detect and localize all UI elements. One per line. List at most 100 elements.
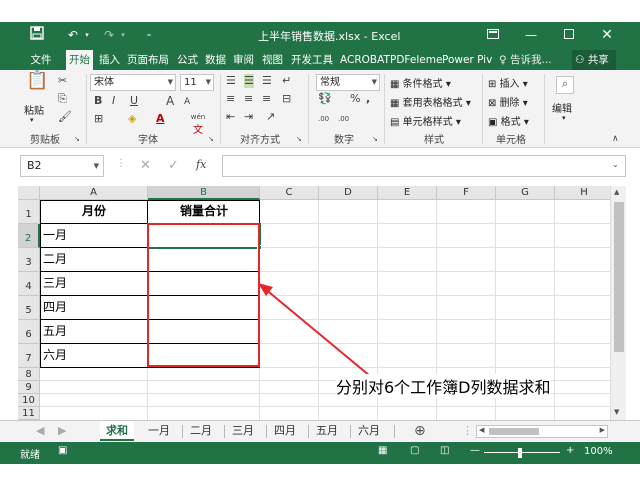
tab-insert[interactable]: 插入 xyxy=(96,50,123,70)
font-color-icon[interactable]: A xyxy=(156,112,165,126)
column-header-f[interactable]: F xyxy=(437,186,496,200)
scrollbar-thumb[interactable] xyxy=(614,202,624,352)
tab-data[interactable]: 数据 xyxy=(202,50,229,70)
accounting-format-icon[interactable]: 💱 xyxy=(318,92,332,106)
tab-formulas[interactable]: 公式 xyxy=(174,50,201,70)
column-header-e[interactable]: E xyxy=(378,186,437,200)
share-button[interactable]: ⚇ 共享 xyxy=(572,50,616,70)
zoom-out-icon[interactable]: — xyxy=(470,445,480,456)
editing-button[interactable]: 编辑 xyxy=(552,100,572,115)
hscroll-thumb[interactable] xyxy=(489,428,539,435)
scroll-right-icon[interactable]: ▶ xyxy=(600,426,605,434)
worksheet-grid[interactable]: A B C D E F G H 1 2 3 4 5 6 7 8 9 10 11 … xyxy=(18,186,610,420)
cell-a1[interactable]: 月份 xyxy=(40,200,148,222)
horizontal-scrollbar[interactable]: ◀ ▶ xyxy=(476,425,608,438)
maximize-icon[interactable] xyxy=(560,26,578,44)
cell-a6[interactable]: 五月 xyxy=(43,320,67,342)
sheet-tab-may[interactable]: 五月 xyxy=(310,421,344,441)
zoom-level[interactable]: 100% xyxy=(584,446,613,457)
paste-button[interactable]: 粘贴 xyxy=(24,102,44,117)
insert-function-icon[interactable]: fx xyxy=(196,158,206,171)
cell-a7[interactable]: 六月 xyxy=(43,344,67,366)
sheet-tab-jun[interactable]: 六月 xyxy=(352,421,386,441)
column-header-a[interactable]: A xyxy=(40,186,148,200)
sheet-tab-jan[interactable]: 一月 xyxy=(142,421,176,441)
row-header-3[interactable]: 3 xyxy=(18,248,40,272)
bold-button[interactable]: B xyxy=(94,94,102,108)
column-header-g[interactable]: G xyxy=(496,186,555,200)
merge-center-icon[interactable]: ⊟ xyxy=(282,92,291,106)
align-top-icon[interactable]: ☰ xyxy=(226,74,236,88)
row-header-7[interactable]: 7 xyxy=(18,344,40,368)
row-header-5[interactable]: 5 xyxy=(18,296,40,320)
formula-input[interactable] xyxy=(222,155,626,177)
zoom-slider[interactable] xyxy=(484,452,560,453)
paste-icon[interactable]: 📋 xyxy=(26,72,48,98)
font-launcher-icon[interactable]: ↘ xyxy=(208,132,214,146)
zoom-in-icon[interactable]: + xyxy=(566,445,574,456)
save-icon[interactable] xyxy=(28,26,46,44)
tab-file[interactable]: 文件 xyxy=(24,50,58,70)
column-header-h[interactable]: H xyxy=(555,186,610,200)
paste-dropdown-icon[interactable]: ▾ xyxy=(30,116,34,124)
prev-sheet-icon[interactable]: ◀ xyxy=(30,421,50,441)
font-name-select[interactable]: 宋体 ▼ xyxy=(90,74,176,91)
macro-record-icon[interactable]: ▣ xyxy=(58,445,67,456)
tab-view[interactable]: 视图 xyxy=(259,50,286,70)
wrap-text-icon[interactable]: ↵ xyxy=(282,74,291,88)
copy-icon[interactable]: ⎘ xyxy=(58,92,67,106)
tab-page-layout[interactable]: 页面布局 xyxy=(124,50,172,70)
row-header-10[interactable]: 10 xyxy=(18,394,40,407)
redo-dropdown-icon[interactable]: ▾ xyxy=(114,26,132,44)
tab-acrobat[interactable]: ACROBAT xyxy=(337,50,393,70)
row-header-1[interactable]: 1 xyxy=(18,200,40,224)
clipboard-launcher-icon[interactable]: ↘ xyxy=(74,132,80,146)
cell-styles-button[interactable]: ▤ 单元格样式 ▾ xyxy=(390,113,461,128)
next-sheet-icon[interactable]: ▶ xyxy=(52,421,72,441)
sheet-tab-mar[interactable]: 三月 xyxy=(226,421,260,441)
close-icon[interactable]: ✕ xyxy=(598,26,616,44)
borders-icon[interactable]: ⊞ xyxy=(94,112,103,126)
insert-cells-button[interactable]: ⊞ 插入 ▾ xyxy=(488,75,528,90)
column-header-b[interactable]: B xyxy=(148,186,260,200)
row-header-2[interactable]: 2 xyxy=(18,224,40,248)
cut-icon[interactable]: ✂ xyxy=(58,74,67,88)
vertical-scrollbar[interactable]: ▲ ▼ xyxy=(610,186,626,420)
number-format-select[interactable]: 常规 ▼ xyxy=(316,74,380,91)
row-header-9[interactable]: 9 xyxy=(18,381,40,394)
tab-developer[interactable]: 开发工具 xyxy=(288,50,336,70)
cell-a2[interactable]: 一月 xyxy=(43,224,67,246)
shrink-font-button[interactable]: A xyxy=(184,95,190,109)
increase-decimal-button[interactable]: .00 xyxy=(318,112,329,126)
phonetic-guide-button[interactable]: wén 文 xyxy=(190,110,206,138)
decrease-indent-icon[interactable]: ⇤ xyxy=(226,110,235,124)
confirm-entry-icon[interactable]: ✓ xyxy=(168,158,179,173)
row-header-8[interactable]: 8 xyxy=(18,368,40,381)
orientation-icon[interactable]: ↗ xyxy=(266,110,275,124)
italic-button[interactable]: I xyxy=(112,94,115,108)
cancel-entry-icon[interactable]: ✕ xyxy=(140,158,151,173)
font-size-select[interactable]: 11 ▼ xyxy=(180,74,214,91)
page-break-view-icon[interactable]: ◫ xyxy=(440,445,449,456)
scroll-down-icon[interactable]: ▼ xyxy=(614,408,619,416)
align-middle-icon[interactable]: ☰ xyxy=(244,74,254,88)
zoom-slider-thumb[interactable] xyxy=(518,448,522,458)
select-all-corner[interactable] xyxy=(18,186,40,200)
format-painter-icon[interactable]: 🖌 xyxy=(58,110,72,124)
cell-a4[interactable]: 三月 xyxy=(43,272,67,294)
tab-review[interactable]: 审阅 xyxy=(230,50,257,70)
scroll-up-icon[interactable]: ▲ xyxy=(614,188,619,196)
row-header-6[interactable]: 6 xyxy=(18,320,40,344)
alignment-launcher-icon[interactable]: ↘ xyxy=(296,132,302,146)
delete-cells-button[interactable]: ⊠ 删除 ▾ xyxy=(488,94,528,109)
editing-dropdown-icon[interactable]: ▾ xyxy=(562,114,566,122)
name-box[interactable]: B2 ▼ xyxy=(20,155,104,177)
sheet-tab-sum[interactable]: 求和 xyxy=(100,421,134,441)
normal-view-icon[interactable]: ▦ xyxy=(378,445,387,456)
row-header-11[interactable]: 11 xyxy=(18,407,40,420)
ribbon-display-icon[interactable] xyxy=(484,26,502,44)
page-layout-view-icon[interactable]: ▢ xyxy=(410,445,419,456)
cell-a3[interactable]: 二月 xyxy=(43,248,67,270)
tell-me-search[interactable]: ♀ 告诉我... xyxy=(496,50,555,70)
grow-font-button[interactable]: A xyxy=(166,94,174,108)
